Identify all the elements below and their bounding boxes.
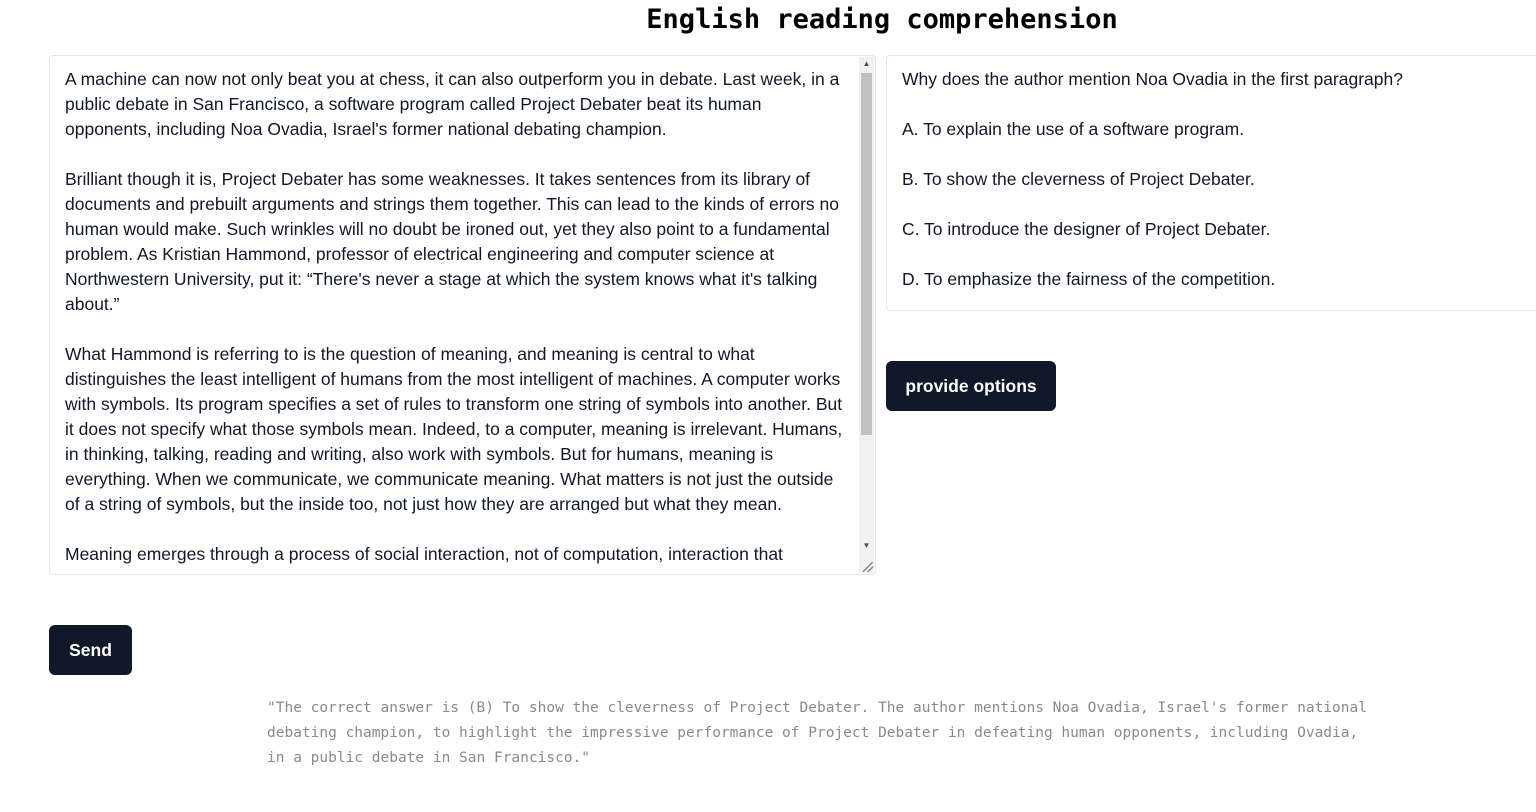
- question-box[interactable]: Why does the author mention Noa Ovadia i…: [886, 55, 1536, 311]
- resize-handle-icon[interactable]: [863, 562, 873, 572]
- page-title: English reading comprehension: [646, 4, 1118, 35]
- passage-scrollbar[interactable]: ▲ ▼: [859, 57, 874, 573]
- passage-text[interactable]: A machine can now not only beat you at c…: [65, 67, 847, 567]
- scrollbar-thumb[interactable]: [861, 73, 872, 435]
- send-button[interactable]: Send: [49, 625, 132, 675]
- response-text: "The correct answer is (B) To show the c…: [267, 700, 1367, 766]
- page: English reading comprehension A machine …: [0, 0, 1536, 812]
- scroll-up-arrow-icon[interactable]: ▲: [859, 57, 874, 71]
- question-text[interactable]: Why does the author mention Noa Ovadia i…: [902, 67, 1522, 292]
- scroll-down-arrow-icon[interactable]: ▼: [859, 539, 874, 553]
- provide-options-button[interactable]: provide options: [886, 361, 1056, 411]
- passage-textarea[interactable]: A machine can now not only beat you at c…: [49, 55, 876, 575]
